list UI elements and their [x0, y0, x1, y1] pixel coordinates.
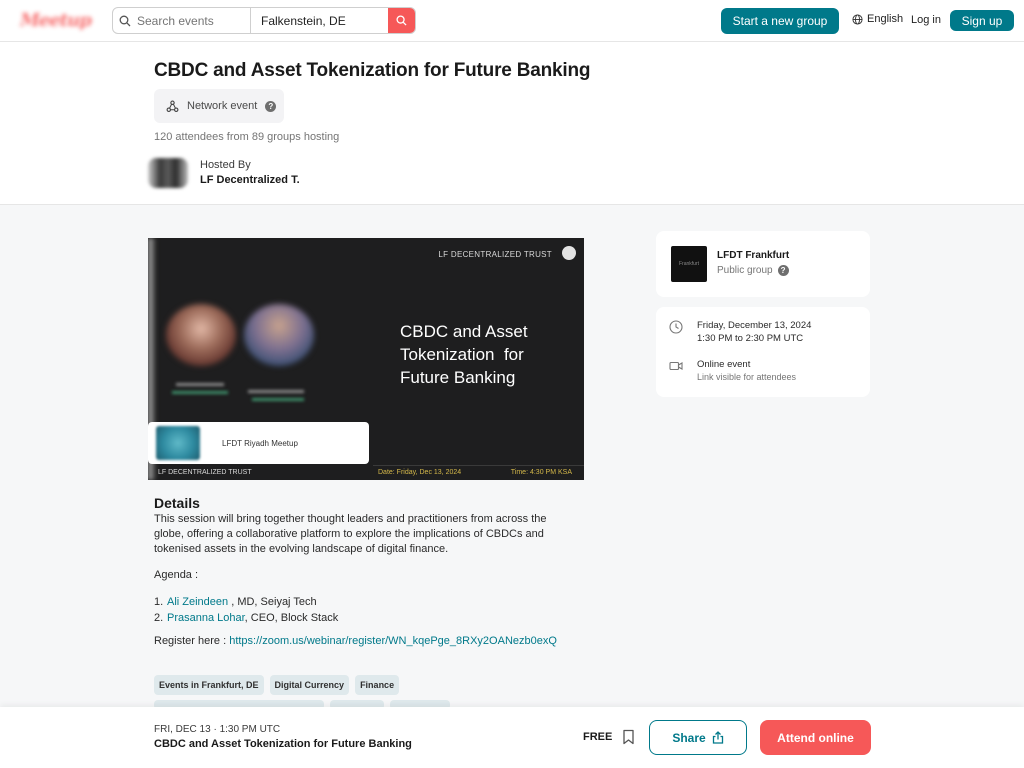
- group-type: Public group ?: [717, 265, 789, 276]
- details-paragraph: This session will bring together thought…: [154, 513, 547, 555]
- host-name[interactable]: LF Decentralized T.: [200, 174, 300, 186]
- banner-badge-icon: [562, 246, 576, 260]
- group-thumbnail-text: Frankfurt: [678, 261, 699, 267]
- tag-finance[interactable]: Finance: [355, 675, 400, 695]
- search-icon: [119, 15, 131, 26]
- register-label: Register here :: [154, 635, 230, 647]
- agenda-item-number: 1.: [154, 596, 164, 608]
- meetup-logo-image: [156, 426, 200, 460]
- tag-events-in-frankfurt[interactable]: Events in Frankfurt, DE: [154, 675, 264, 695]
- network-icon: [166, 100, 179, 112]
- speaker-name-1: [176, 383, 224, 386]
- banner-headline-line-1: CBDC and Asset: [400, 322, 528, 341]
- network-event-badge: Network event ?: [154, 89, 284, 123]
- banner-headline-line-3: Future Banking: [400, 368, 516, 387]
- share-icon: [712, 731, 723, 744]
- sticky-attend-bar: FRI, DEC 13 · 1:30 PM UTC CBDC and Asset…: [0, 707, 1024, 768]
- speaker-name-2: [248, 390, 304, 393]
- topic-tags: Events in Frankfurt, DE Digital Currency…: [154, 675, 400, 695]
- details-heading: Details: [154, 495, 200, 511]
- keyword-search: [113, 8, 251, 33]
- top-navigation-bar: Meetup Start a new group English Lo: [0, 0, 1024, 42]
- search-input[interactable]: [137, 13, 250, 28]
- group-card[interactable]: Frankfurt LFDT Frankfurt Public group ?: [656, 231, 870, 297]
- speaker-link[interactable]: Ali Zeindeen: [167, 596, 228, 608]
- search-form: [112, 7, 416, 34]
- banner-headline-line-2: Tokenization for: [400, 345, 524, 364]
- event-banner-image: LF DECENTRALIZED TRUST CBDC and Asset To…: [148, 238, 584, 480]
- clock-icon: [669, 320, 683, 334]
- language-selector[interactable]: English: [852, 13, 903, 25]
- agenda-label: Agenda :: [154, 569, 199, 581]
- banner-meetup-card: LFDT Riyadh Meetup: [148, 422, 369, 464]
- speaker-title-1: [172, 391, 228, 394]
- banner-brand-top: LF DECENTRALIZED TRUST: [438, 250, 552, 259]
- tag-digital-currency[interactable]: Digital Currency: [269, 675, 350, 695]
- signup-button[interactable]: Sign up: [950, 10, 1014, 31]
- globe-icon: [852, 13, 863, 25]
- agenda-list: 1. Ali Zeindeen , MD, Seiyaj Tech 2. Prasa…: [154, 594, 338, 626]
- help-icon[interactable]: ?: [265, 100, 277, 112]
- group-name[interactable]: LFDT Frankfurt: [717, 250, 789, 261]
- language-label: English: [867, 13, 904, 25]
- host-avatar[interactable]: [148, 158, 188, 188]
- online-event-label: Online event: [697, 359, 751, 370]
- event-time: 1:30 PM to 2:30 PM UTC: [697, 333, 804, 344]
- bar-event-date: FRI, DEC 13 · 1:30 PM UTC: [154, 724, 281, 735]
- hosted-by-label: Hosted By: [200, 159, 251, 171]
- agenda-item: 1. Ali Zeindeen , MD, Seiyaj Tech: [154, 594, 338, 610]
- event-title: CBDC and Asset Tokenization for Future B…: [154, 60, 591, 81]
- register-line: Register here : https://zoom.us/webinar/…: [154, 635, 557, 647]
- event-info-card: Friday, December 13, 2024 1:30 PM to 2:3…: [656, 307, 870, 397]
- link-visibility-note: Link visible for attendees: [697, 372, 797, 382]
- banner-brand-bottom: LF DECENTRALIZED TRUST: [158, 469, 252, 476]
- speaker-link[interactable]: Prasanna Lohar: [167, 612, 245, 624]
- agenda-item-role: , MD, Seiyaj Tech: [228, 596, 317, 608]
- speaker-photo-1: [166, 304, 236, 366]
- register-link[interactable]: https://zoom.us/webinar/register/WN_kqeP…: [229, 635, 557, 647]
- speaker-photo-2: [244, 304, 314, 366]
- video-icon: [669, 361, 683, 371]
- banner-headline: CBDC and Asset Tokenization for Future B…: [400, 320, 580, 389]
- bar-event-title: CBDC and Asset Tokenization for Future B…: [154, 738, 412, 750]
- banner-date: Date: Friday, Dec 13, 2024: [378, 469, 462, 476]
- attend-online-button[interactable]: Attend online: [760, 720, 871, 755]
- bookmark-icon[interactable]: [622, 729, 635, 745]
- login-link[interactable]: Log in: [911, 14, 941, 26]
- network-badge-label: Network event: [187, 100, 258, 112]
- share-button[interactable]: Share: [649, 720, 747, 755]
- meetup-logo[interactable]: Meetup: [20, 10, 92, 31]
- event-date: Friday, December 13, 2024: [697, 320, 812, 331]
- agenda-item-number: 2.: [154, 612, 164, 624]
- banner-meetup-label: LFDT Riyadh Meetup: [222, 438, 298, 448]
- agenda-item-role: , CEO, Block Stack: [244, 612, 339, 624]
- search-icon: [396, 15, 407, 26]
- location-input[interactable]: [261, 13, 388, 28]
- location-search: [251, 8, 388, 33]
- share-label: Share: [672, 730, 706, 745]
- speaker-title-2: [252, 398, 304, 401]
- agenda-item: 2. Prasanna Lohar, CEO, Block Stack: [154, 610, 338, 626]
- price-label: FREE: [583, 731, 613, 743]
- banner-time: Time: 4:30 PM KSA: [510, 469, 572, 476]
- start-new-group-button[interactable]: Start a new group: [721, 8, 839, 34]
- group-thumbnail: Frankfurt: [671, 246, 707, 282]
- group-type-label: Public group: [717, 265, 773, 276]
- search-button[interactable]: [388, 8, 415, 33]
- help-icon[interactable]: ?: [777, 265, 789, 276]
- banner-divider: [373, 465, 584, 466]
- attendee-summary: 120 attendees from 89 groups hosting: [154, 131, 340, 143]
